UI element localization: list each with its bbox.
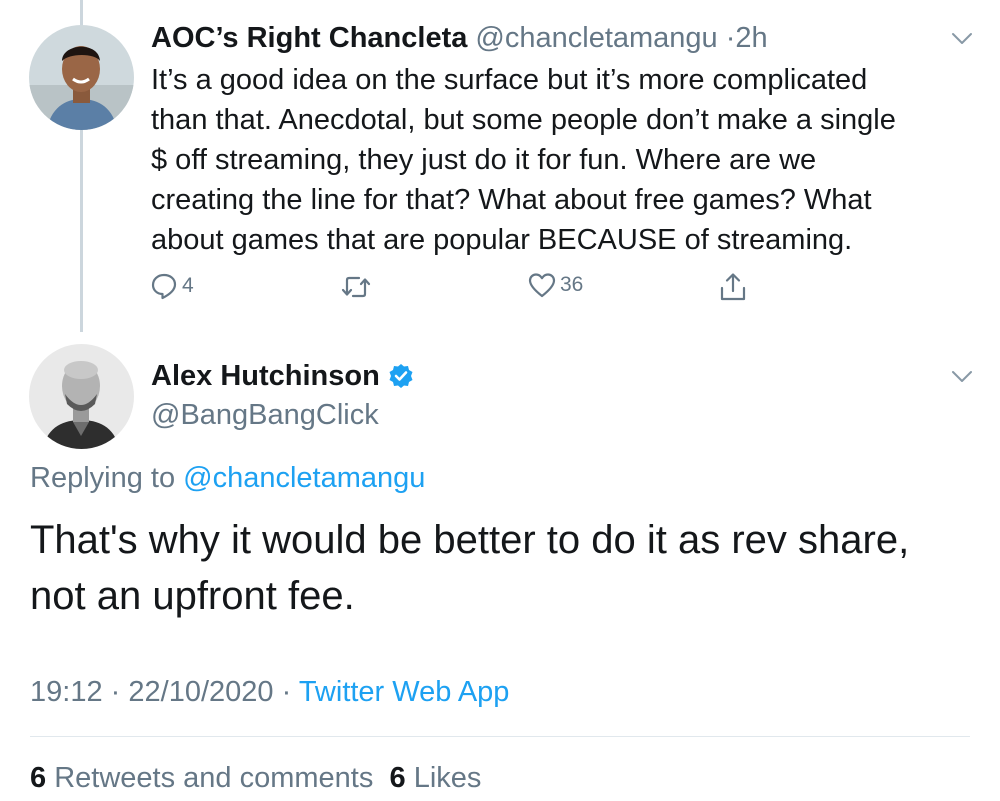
like-count: 36 [560, 273, 584, 296]
tweet-source-link[interactable]: Twitter Web App [299, 676, 510, 708]
chevron-down-icon[interactable] [951, 27, 973, 49]
main-text-line: not an upfront fee. [30, 574, 355, 618]
parent-text-line: creating the line for that? What about f… [151, 184, 872, 216]
tweet-time: 19:12 [30, 676, 103, 708]
reply-count: 4 [182, 274, 194, 297]
likes-stat[interactable]: 6 Likes [389, 762, 481, 794]
replying-to-label: Replying to [30, 462, 176, 494]
reply-icon [151, 273, 177, 300]
parent-text-line: about games that are popular BECAUSE of … [151, 224, 853, 256]
like-button[interactable]: 36 [528, 272, 583, 298]
parent-tweet-text: It’s a good idea on the surface but it’s… [151, 60, 971, 260]
tweet-meta: 19:12 · 22/10/2020 · Twitter Web App [30, 674, 509, 710]
main-author-name[interactable]: Alex Hutchinson [151, 358, 380, 394]
parent-author-name[interactable]: AOC’s Right Chancleta [151, 22, 467, 54]
main-tweet-text: That's why it would be better to do it a… [30, 512, 970, 624]
avatar-main-author[interactable] [29, 344, 134, 449]
parent-tweet-actions: 4 36 [0, 272, 1000, 308]
retweet-icon [341, 276, 371, 298]
divider [30, 736, 970, 737]
verified-badge-icon [389, 364, 413, 388]
meta-separator: · [281, 676, 292, 708]
share-icon [720, 273, 746, 301]
likes-count: 6 [389, 762, 406, 794]
replying-to-link[interactable]: @chancletamangu [183, 462, 425, 494]
meta-separator: · [110, 676, 121, 708]
parent-text-line: $ off streaming, they just do it for fun… [151, 144, 817, 176]
tweet-date: 22/10/2020 [128, 676, 274, 708]
parent-author-handle[interactable]: @chancletamangu [475, 22, 717, 54]
parent-text-line: It’s a good idea on the surface but it’s… [151, 64, 868, 96]
parent-text-line: than that. Anecdotal, but some people do… [151, 104, 896, 136]
retweet-button[interactable] [340, 274, 372, 300]
avatar-photo-main [29, 344, 134, 449]
likes-label: Likes [413, 762, 482, 794]
retweets-stat[interactable]: 6 Retweets and comments [30, 762, 373, 794]
replying-to: Replying to @chancletamangu [30, 460, 425, 496]
parent-timestamp[interactable]: 2h [735, 22, 767, 54]
avatar-photo-parent [29, 25, 134, 130]
share-button[interactable] [719, 272, 747, 302]
parent-meta-separator: · [725, 22, 736, 54]
retweets-label: Retweets and comments [54, 762, 374, 794]
avatar-parent-author[interactable] [29, 25, 134, 130]
main-author-handle[interactable]: @BangBangClick [151, 397, 379, 433]
reply-button[interactable]: 4 [150, 272, 194, 300]
chevron-down-icon[interactable] [951, 365, 973, 387]
retweets-count: 6 [30, 762, 47, 794]
tweet-stats: 6 Retweets and comments 6 Likes [30, 760, 481, 796]
parent-tweet-header: AOC’s Right Chancleta @chancletamangu ·2… [151, 20, 768, 56]
like-icon [528, 273, 556, 298]
main-text-line: That's why it would be better to do it a… [30, 518, 910, 562]
main-author-name-row: Alex Hutchinson [151, 358, 414, 394]
